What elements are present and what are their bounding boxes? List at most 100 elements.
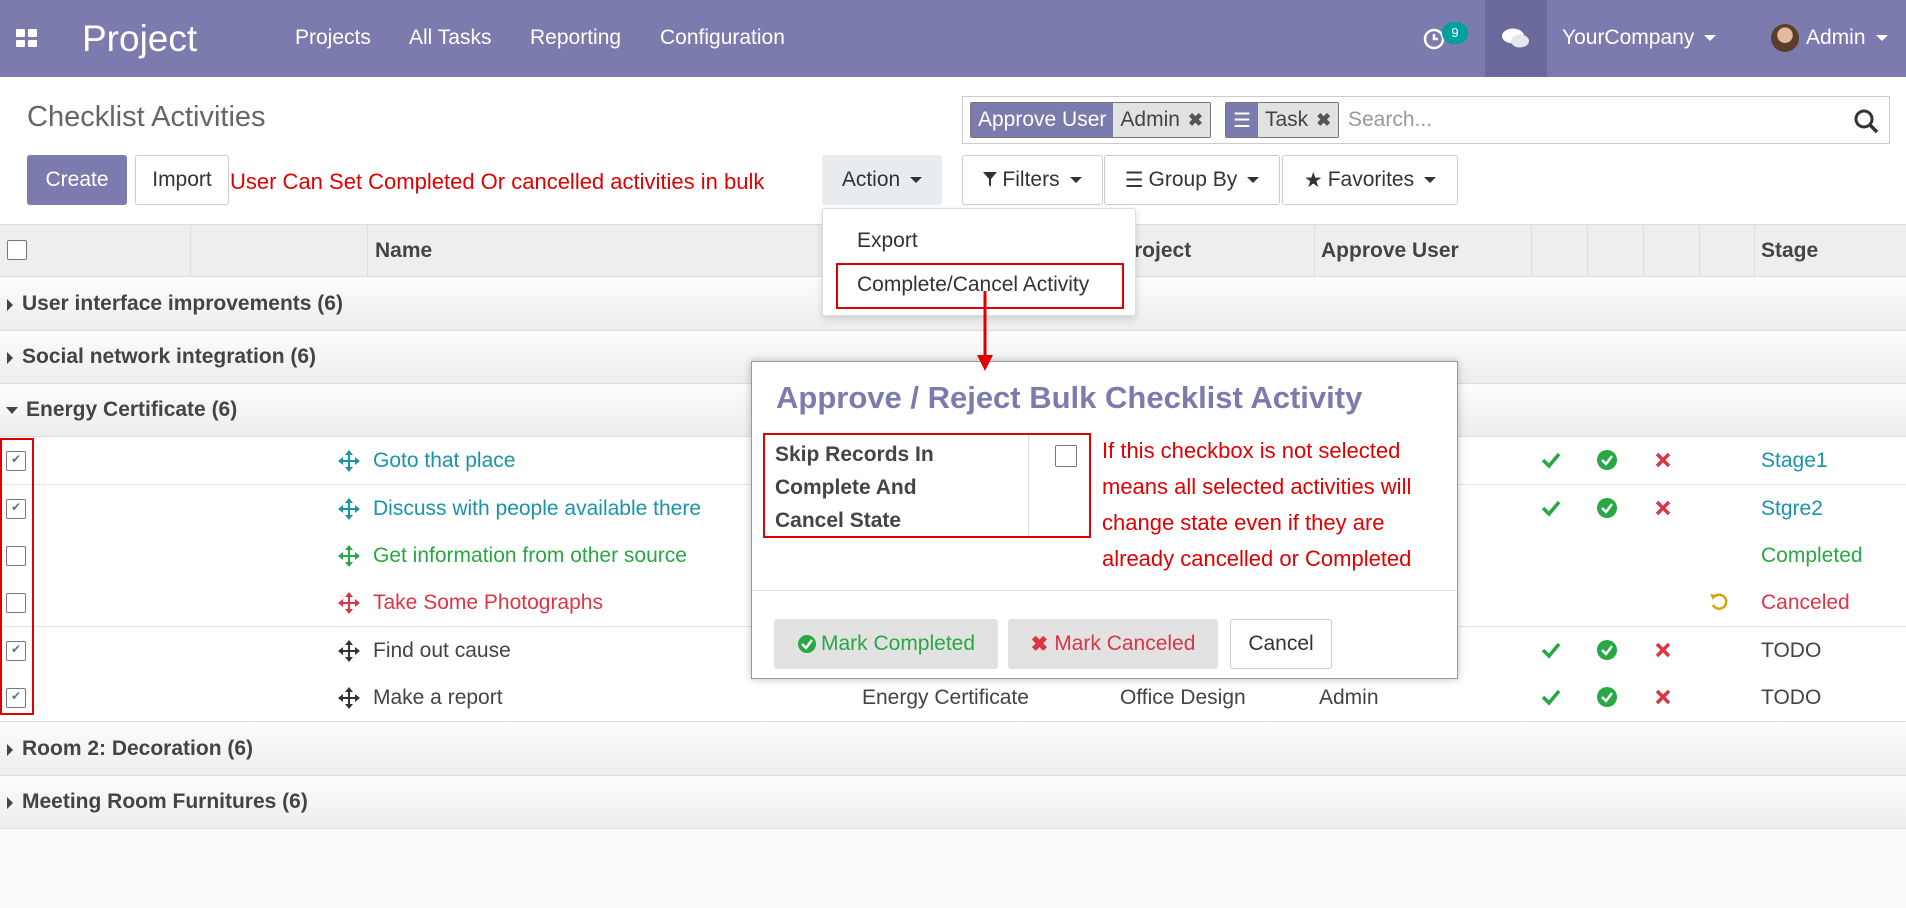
import-button[interactable]: Import bbox=[135, 155, 229, 205]
app-title: Project bbox=[82, 18, 198, 59]
facet-value: Admin bbox=[1120, 108, 1180, 131]
complete-circle-icon[interactable] bbox=[1596, 449, 1618, 471]
menu-projects[interactable]: Projects bbox=[295, 26, 371, 50]
search-input[interactable] bbox=[1348, 105, 1848, 135]
cancel-button[interactable]: Cancel bbox=[1230, 619, 1332, 669]
group-label: User interface improvements (6) bbox=[22, 292, 343, 315]
undo-icon[interactable] bbox=[1708, 591, 1730, 613]
company-name: YourCompany bbox=[1562, 26, 1695, 49]
table-row[interactable]: Make a report Energy Certificate Office De… bbox=[0, 674, 1906, 722]
dialog-title: Approve / Reject Bulk Checklist Activity bbox=[776, 380, 1363, 415]
complete-circle-icon[interactable] bbox=[1596, 497, 1618, 519]
menu-item-export[interactable]: Export bbox=[857, 229, 918, 253]
approve-check-icon[interactable] bbox=[1540, 497, 1562, 519]
user-menu[interactable]: Admin bbox=[1806, 26, 1888, 50]
dialog-annotation: If this checkbox is not selected means a… bbox=[1102, 438, 1412, 571]
drag-handle-icon[interactable] bbox=[337, 639, 361, 663]
facet-groupby-task: ☰ Task ✖ bbox=[1225, 102, 1340, 138]
filters-label: Filters bbox=[1002, 168, 1060, 191]
cancel-x-icon[interactable] bbox=[1652, 497, 1674, 519]
row-stage: Canceled bbox=[1761, 591, 1850, 614]
group-label: Room 2: Decoration (6) bbox=[22, 737, 254, 760]
cancel-x-icon[interactable] bbox=[1652, 449, 1674, 471]
action-label: Action bbox=[841, 168, 901, 191]
cross-icon: ✖ bbox=[1030, 632, 1049, 656]
menu-reporting[interactable]: Reporting bbox=[530, 26, 621, 50]
row-name[interactable]: Take Some Photographs bbox=[373, 591, 603, 615]
chat-button[interactable] bbox=[1485, 0, 1547, 77]
facet-value: Task bbox=[1264, 108, 1309, 131]
page-title: Checklist Activities bbox=[27, 101, 266, 133]
groupby-button[interactable]: ☰ Group By bbox=[1104, 155, 1280, 205]
menu-configuration[interactable]: Configuration bbox=[660, 26, 785, 50]
group-label: Meeting Room Furnitures (6) bbox=[22, 790, 308, 813]
row-stage: TODO bbox=[1761, 639, 1822, 662]
apps-menu-icon[interactable] bbox=[16, 29, 38, 47]
filters-button[interactable]: Filters bbox=[962, 155, 1103, 205]
facet-approve-user: Approve User Admin ✖ bbox=[970, 102, 1212, 138]
row-stage: TODO bbox=[1761, 686, 1822, 709]
mark-completed-button[interactable]: Mark Completed bbox=[774, 619, 998, 669]
row-task: Energy Certificate bbox=[862, 686, 1029, 709]
groupby-menu-icon: ☰ bbox=[1124, 168, 1144, 192]
mark-canceled-button[interactable]: ✖ Mark Canceled bbox=[1008, 619, 1218, 669]
groupby-icon: ☰ bbox=[1226, 103, 1258, 137]
drag-handle-icon[interactable] bbox=[337, 686, 361, 710]
top-navbar: Project Projects All Tasks Reporting Con… bbox=[0, 0, 1906, 77]
column-name[interactable]: Name bbox=[375, 239, 432, 263]
group-row[interactable]: Room 2: Decoration (6) bbox=[0, 723, 1906, 776]
cancel-x-icon[interactable] bbox=[1652, 639, 1674, 661]
row-name[interactable]: Make a report bbox=[373, 686, 503, 710]
chat-icon bbox=[1502, 28, 1529, 47]
select-all-checkbox[interactable] bbox=[7, 240, 27, 260]
company-switcher[interactable]: YourCompany bbox=[1562, 26, 1717, 50]
group-label: Energy Certificate (6) bbox=[26, 398, 238, 421]
row-name[interactable]: Find out cause bbox=[373, 639, 511, 663]
column-stage[interactable]: Stage bbox=[1761, 239, 1818, 263]
row-stage: Completed bbox=[1761, 544, 1863, 567]
row-name[interactable]: Get information from other source bbox=[373, 544, 687, 568]
star-icon: ★ bbox=[1303, 168, 1323, 192]
bulk-annotation: User Can Set Completed Or cancelled acti… bbox=[230, 169, 765, 194]
expand-icon bbox=[7, 744, 13, 756]
selected-rows-highlight bbox=[0, 438, 34, 715]
approve-check-icon[interactable] bbox=[1540, 639, 1562, 661]
annotation-arrow bbox=[977, 291, 993, 371]
row-name[interactable]: Discuss with people available there bbox=[373, 497, 701, 521]
skip-records-checkbox[interactable] bbox=[1055, 445, 1077, 467]
column-approve-user[interactable]: Approve User bbox=[1321, 239, 1459, 263]
facet-remove-icon[interactable]: ✖ bbox=[1316, 110, 1331, 131]
action-dropdown-button[interactable]: Action bbox=[822, 155, 942, 205]
approve-check-icon[interactable] bbox=[1540, 449, 1562, 471]
filter-icon bbox=[983, 172, 998, 187]
menu-all-tasks[interactable]: All Tasks bbox=[409, 26, 491, 50]
drag-handle-icon[interactable] bbox=[337, 544, 361, 568]
row-approve-user: Admin bbox=[1319, 686, 1379, 709]
drag-handle-icon[interactable] bbox=[337, 449, 361, 473]
expand-icon bbox=[7, 797, 13, 809]
favorites-button[interactable]: ★ Favorites bbox=[1282, 155, 1458, 205]
cancel-x-icon[interactable] bbox=[1652, 686, 1674, 708]
row-name[interactable]: Goto that place bbox=[373, 449, 515, 473]
facet-remove-icon[interactable]: ✖ bbox=[1188, 110, 1203, 131]
mark-completed-label: Mark Completed bbox=[820, 632, 976, 655]
check-circle-icon bbox=[797, 635, 816, 653]
collapse-icon bbox=[6, 407, 18, 414]
groupby-label: Group By bbox=[1148, 168, 1238, 191]
complete-circle-icon[interactable] bbox=[1596, 686, 1618, 708]
approve-check-icon[interactable] bbox=[1540, 686, 1562, 708]
create-button[interactable]: Create bbox=[27, 155, 127, 205]
drag-handle-icon[interactable] bbox=[337, 497, 361, 521]
skip-records-field: Skip Records In Complete And Cancel Stat… bbox=[763, 433, 1091, 538]
search-bar: Approve User Admin ✖ ☰ Task ✖ bbox=[962, 96, 1890, 144]
drag-handle-icon[interactable] bbox=[337, 591, 361, 615]
group-row[interactable]: Meeting Room Furnitures (6) bbox=[0, 776, 1906, 829]
bulk-activity-dialog: Approve / Reject Bulk Checklist Activity… bbox=[751, 361, 1458, 679]
skip-records-label: Skip Records In Complete And Cancel Stat… bbox=[775, 443, 934, 532]
user-avatar[interactable] bbox=[1771, 24, 1799, 52]
menu-item-complete-cancel[interactable]: Complete/Cancel Activity bbox=[857, 273, 1089, 297]
complete-circle-icon[interactable] bbox=[1596, 639, 1618, 661]
user-name: Admin bbox=[1806, 26, 1866, 49]
search-icon[interactable] bbox=[1853, 108, 1879, 134]
activity-count-badge: 9 bbox=[1442, 22, 1468, 44]
